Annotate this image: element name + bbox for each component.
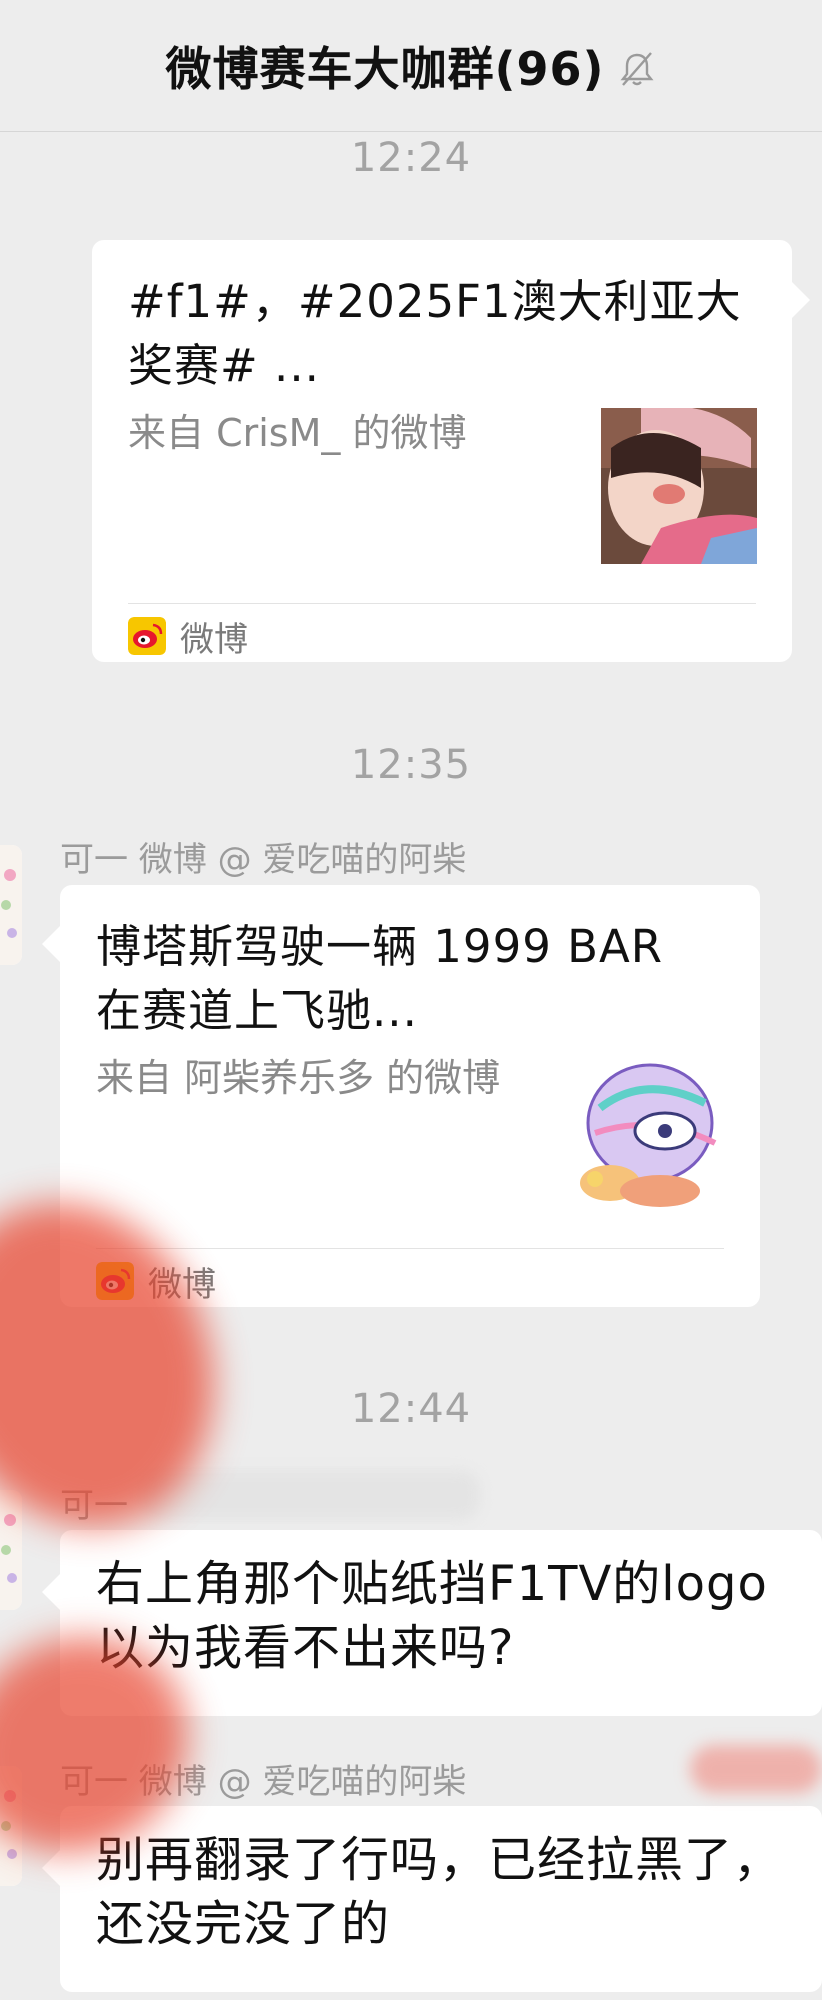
card-thumbnail bbox=[601, 408, 757, 564]
timestamp: 12:24 bbox=[350, 135, 472, 181]
card-footer: 微博 bbox=[128, 612, 248, 660]
card-title: #f1#，#2025F1澳大利亚大奖赛# ... bbox=[128, 275, 742, 392]
card-footer-label: 微博 bbox=[180, 619, 248, 660]
timestamp: 12:44 bbox=[350, 1386, 472, 1432]
card-footer: 微博 bbox=[96, 1257, 216, 1305]
message-bubble[interactable]: 别再翻录了行吗，已经拉黑了，还没完没了的 bbox=[60, 1806, 822, 1992]
bubble-tail bbox=[42, 1574, 60, 1610]
weibo-logo-icon bbox=[96, 1262, 134, 1300]
card-footer-label: 微博 bbox=[148, 1264, 216, 1305]
card-source: 来自 阿柴养乐多 的微博 bbox=[96, 1056, 501, 1100]
weibo-logo-icon bbox=[128, 617, 166, 655]
message-bubble[interactable]: 右上角那个贴纸挡F1TV的logo以为我看不出来吗? bbox=[60, 1530, 822, 1716]
weibo-share-card[interactable]: 博塔斯驾驶一辆 1999 BAR 在赛道上飞驰... 来自 阿柴养乐多 的微博 … bbox=[60, 885, 760, 1307]
avatar[interactable] bbox=[0, 1766, 22, 1886]
chat-header: 微博赛车大咖群(96) bbox=[0, 0, 822, 132]
red-scribble-overlay bbox=[690, 1745, 822, 1793]
sender-name: 可一 微博 @ 爱吃喵的阿柴 bbox=[60, 840, 467, 880]
bubble-tail bbox=[42, 926, 60, 962]
weibo-share-card[interactable]: #f1#，#2025F1澳大利亚大奖赛# ... 来自 CrisM_ 的微博 微… bbox=[92, 240, 792, 662]
card-thumbnail bbox=[565, 1053, 725, 1213]
avatar[interactable] bbox=[0, 845, 22, 965]
bubble-tail bbox=[792, 282, 810, 318]
sender-name: 可一 微博 @ 爱吃喵的阿柴 bbox=[60, 1762, 467, 1802]
bubble-tail bbox=[42, 1850, 60, 1886]
redaction-blur bbox=[140, 1470, 480, 1520]
timestamp: 12:35 bbox=[350, 742, 472, 788]
group-title[interactable]: 微博赛车大咖群(96) bbox=[165, 33, 604, 99]
card-source: 来自 CrisM_ 的微博 bbox=[128, 411, 467, 455]
card-divider bbox=[96, 1248, 724, 1249]
sender-name: 可一 bbox=[60, 1486, 128, 1526]
card-divider bbox=[128, 603, 756, 604]
avatar[interactable] bbox=[0, 1490, 22, 1610]
bell-muted-icon bbox=[620, 51, 654, 86]
card-title: 博塔斯驾驶一辆 1999 BAR 在赛道上飞驰... bbox=[96, 920, 664, 1037]
